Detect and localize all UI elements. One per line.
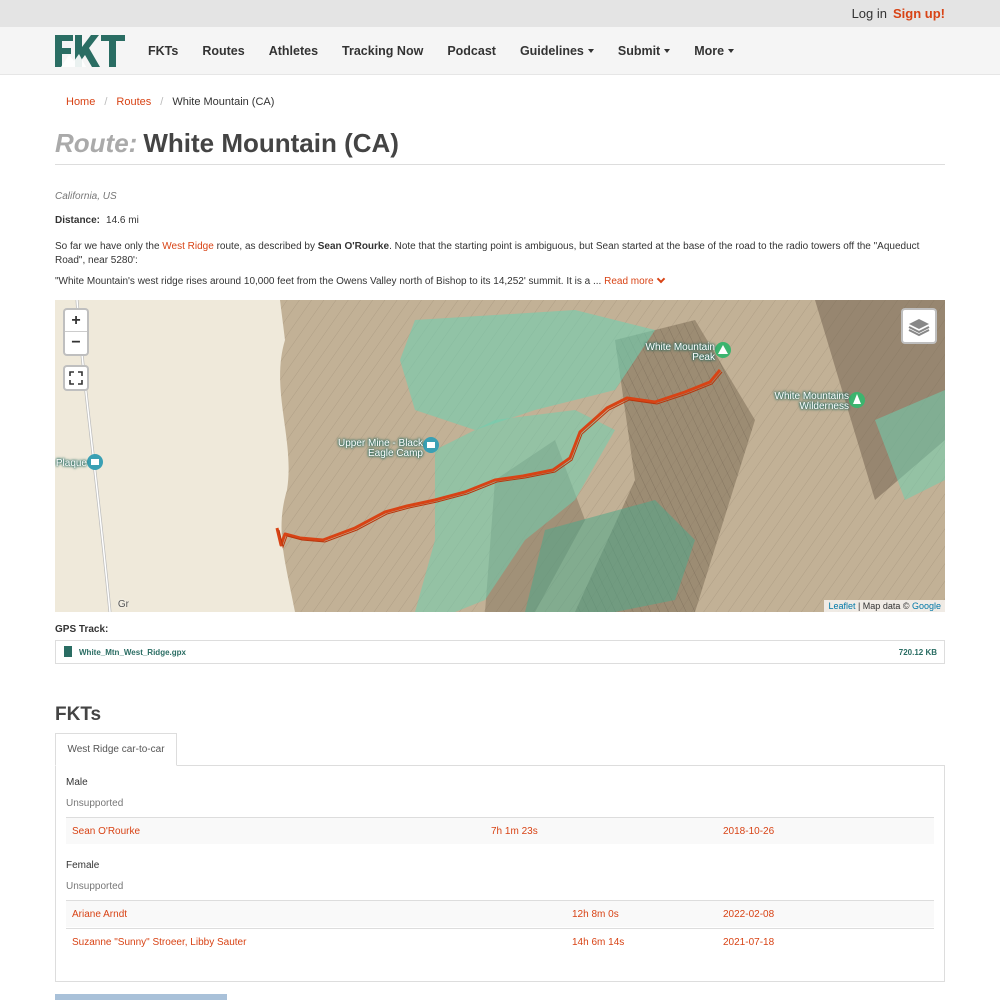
fkt-date[interactable]: 2021-07-18 bbox=[723, 937, 774, 948]
fkt-time[interactable]: 7h 1m 23s bbox=[491, 826, 538, 837]
quote-text: "White Mountain's west ridge rises aroun… bbox=[55, 276, 605, 287]
terrain-map[interactable] bbox=[55, 300, 945, 612]
athlete-link[interactable]: Sean O'Rourke bbox=[72, 826, 140, 837]
tree-marker-icon bbox=[849, 392, 865, 408]
route-label: Route: bbox=[55, 128, 138, 158]
login-link[interactable]: Log in bbox=[852, 6, 887, 21]
page-title: Route: White Mountain (CA) bbox=[55, 128, 399, 159]
table-row[interactable]: Ariane Arndt 12h 8m 0s 2022-02-08 bbox=[66, 900, 934, 927]
fullscreen-icon bbox=[69, 371, 83, 385]
fkts-heading: FKTs bbox=[55, 704, 102, 725]
fkt-logo[interactable] bbox=[55, 35, 125, 67]
signup-link[interactable]: Sign up! bbox=[893, 6, 945, 21]
nav-routes[interactable]: Routes bbox=[202, 44, 244, 58]
tab-west-ridge[interactable]: West Ridge car-to-car bbox=[55, 733, 177, 766]
caret-down-icon bbox=[664, 49, 671, 53]
breadcrumb-routes[interactable]: Routes bbox=[116, 96, 151, 108]
file-icon bbox=[64, 646, 72, 657]
map-attribution: Leaflet | Map data © Google bbox=[824, 600, 945, 612]
breadcrumb: Home / Routes / White Mountain (CA) bbox=[66, 96, 274, 108]
nav-routes-label: Routes bbox=[202, 44, 245, 58]
route-distance: Distance: 14.6 mi bbox=[55, 215, 139, 226]
fkt-time[interactable]: 14h 6m 14s bbox=[572, 937, 624, 948]
map-label-peak: White Mountain Peak bbox=[645, 342, 715, 363]
gpx-file-link[interactable]: White_Mtn_West_Ridge.gpx bbox=[79, 648, 186, 657]
photo-thumbnail[interactable] bbox=[55, 994, 227, 1000]
peak-marker-icon bbox=[715, 342, 731, 358]
nav-fkts[interactable]: FKTs bbox=[148, 44, 178, 58]
route-location: California, US bbox=[55, 191, 117, 202]
nav-tracking-now[interactable]: Tracking Now bbox=[342, 44, 423, 58]
gps-file-row[interactable]: White_Mtn_West_Ridge.gpx 720.12 KB bbox=[55, 640, 945, 664]
fkt-date[interactable]: 2022-02-08 bbox=[723, 909, 774, 920]
route-quote: "White Mountain's west ridge rises aroun… bbox=[55, 274, 665, 287]
plaque-marker-icon bbox=[87, 454, 103, 470]
breadcrumb-separator: / bbox=[160, 96, 164, 108]
camp-marker-icon bbox=[423, 437, 439, 453]
nav-athletes[interactable]: Athletes bbox=[269, 44, 318, 58]
route-name: White Mountain (CA) bbox=[143, 128, 399, 158]
west-ridge-link[interactable]: West Ridge bbox=[162, 241, 214, 252]
gps-track-label: GPS Track: bbox=[55, 624, 109, 635]
breadcrumb-home[interactable]: Home bbox=[66, 96, 95, 108]
route-description: So far we have only the West Ridge route… bbox=[55, 240, 945, 268]
male-heading: Male bbox=[66, 777, 88, 788]
route-map[interactable]: White Mountain Peak White Mountains Wild… bbox=[55, 300, 945, 612]
nav-more-dropdown[interactable]: More bbox=[694, 44, 735, 58]
read-more-link[interactable]: Read more bbox=[604, 274, 665, 287]
layers-icon bbox=[908, 319, 930, 337]
map-label-plaque: Plaque bbox=[55, 458, 87, 469]
fullscreen-button[interactable] bbox=[63, 365, 89, 391]
nav-fkts-label: FKTs bbox=[148, 44, 179, 58]
main-navbar: FKTs Routes Athletes Tracking Now Podcas… bbox=[0, 27, 1000, 75]
zoom-in-button[interactable]: + bbox=[65, 310, 87, 332]
female-heading: Female bbox=[66, 860, 100, 871]
read-more-label: Read more bbox=[604, 276, 654, 287]
caret-down-icon bbox=[587, 49, 594, 53]
map-label-wilderness: White Mountains Wilderness bbox=[774, 391, 849, 412]
nav-more-label: More bbox=[694, 44, 725, 58]
zoom-control: + − bbox=[63, 308, 89, 356]
athlete-link[interactable]: Suzanne "Sunny" Stroeer, Libby Sauter bbox=[72, 937, 246, 948]
map-label-camp: Upper Mine - Black Eagle Camp bbox=[337, 438, 423, 459]
desc-text-1: So far we have only the bbox=[55, 241, 163, 252]
distance-label: Distance: bbox=[55, 215, 101, 226]
top-bar: Log in Sign up! bbox=[0, 0, 1000, 27]
desc-author: Sean O'Rourke bbox=[317, 241, 390, 252]
female-style: Unsupported bbox=[66, 881, 124, 892]
male-style: Unsupported bbox=[66, 798, 124, 809]
nav-athletes-label: Athletes bbox=[268, 44, 319, 58]
breadcrumb-separator: / bbox=[104, 96, 108, 108]
caret-down-icon bbox=[728, 49, 735, 53]
distance-value: 14.6 mi bbox=[106, 215, 139, 226]
nav-guidelines-label: Guidelines bbox=[519, 44, 584, 58]
nav-tracking-now-label: Tracking Now bbox=[342, 44, 424, 58]
nav-submit-dropdown[interactable]: Submit bbox=[617, 44, 671, 58]
zoom-out-button[interactable]: − bbox=[65, 332, 87, 354]
table-row[interactable]: Sean O'Rourke 7h 1m 23s 2018-10-26 bbox=[66, 817, 934, 844]
chevron-down-icon bbox=[656, 274, 665, 284]
athlete-link[interactable]: Ariane Arndt bbox=[72, 909, 127, 920]
fkt-date[interactable]: 2018-10-26 bbox=[723, 826, 774, 837]
breadcrumb-current: White Mountain (CA) bbox=[172, 96, 275, 108]
nav-guidelines-dropdown[interactable]: Guidelines bbox=[520, 44, 594, 58]
title-divider bbox=[55, 164, 945, 165]
map-label-road: Gr bbox=[117, 599, 129, 610]
nav-podcast-label: Podcast bbox=[447, 44, 496, 58]
nav-submit-label: Submit bbox=[617, 44, 661, 58]
attribution-text: | Map data © bbox=[855, 601, 912, 611]
google-link[interactable]: Google bbox=[912, 601, 941, 611]
layers-button[interactable] bbox=[901, 308, 937, 344]
leaflet-link[interactable]: Leaflet bbox=[828, 601, 855, 611]
table-row[interactable]: Suzanne "Sunny" Stroeer, Libby Sauter 14… bbox=[66, 928, 934, 955]
fkt-time[interactable]: 12h 8m 0s bbox=[572, 909, 619, 920]
gpx-file-size: 720.12 KB bbox=[898, 648, 937, 657]
desc-text-2: route, as described by bbox=[213, 241, 318, 252]
nav-podcast[interactable]: Podcast bbox=[447, 44, 496, 58]
